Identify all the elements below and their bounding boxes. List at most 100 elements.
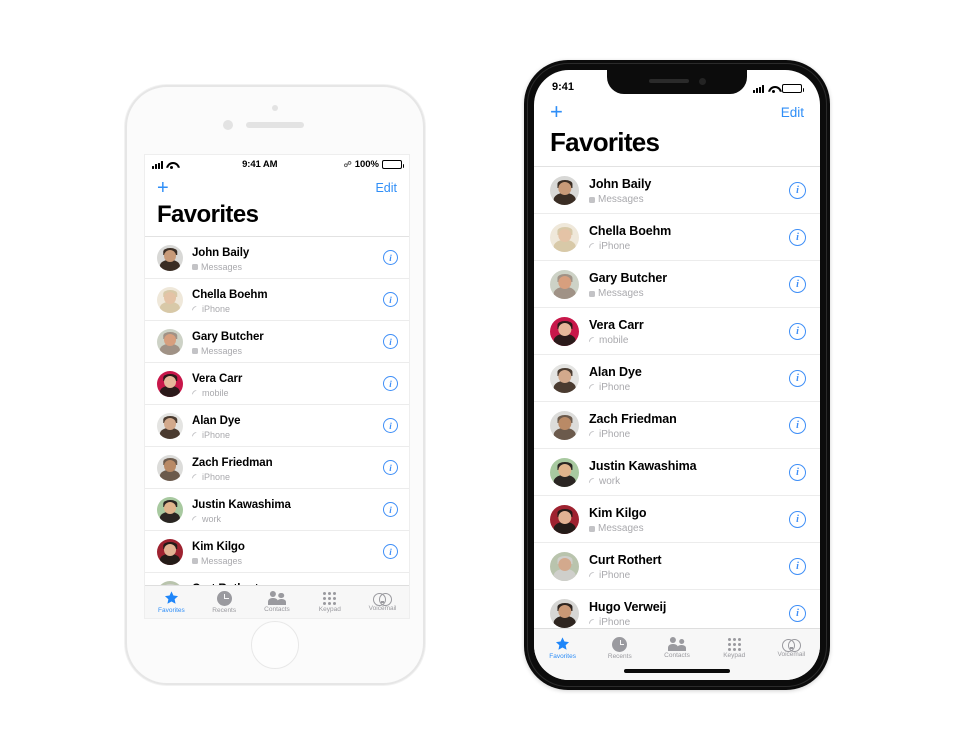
info-button[interactable]: i: [383, 460, 398, 475]
info-button[interactable]: i: [383, 502, 398, 517]
people-icon: [267, 591, 286, 605]
table-row[interactable]: Justin Kawashima work i: [534, 448, 820, 495]
page-title: Favorites: [550, 127, 660, 157]
contact-label-text: work: [599, 476, 621, 487]
contact-label: Messages: [192, 262, 383, 272]
table-row[interactable]: Chella Boehm iPhone i: [145, 278, 409, 320]
contact-label: iPhone: [589, 382, 789, 393]
contact-meta: Kim Kilgo Messages: [589, 504, 789, 534]
messages-icon: [192, 348, 198, 354]
phone-handset-icon: [589, 478, 596, 485]
contact-name: Justin Kawashima: [192, 499, 291, 511]
earpiece-speaker-icon: [648, 79, 689, 83]
info-button[interactable]: i: [789, 322, 806, 340]
bluetooth-icon: ☍: [343, 160, 352, 169]
table-row[interactable]: Kim Kilgo Messages i: [145, 530, 409, 572]
contact-meta: Zach Friedman iPhone: [589, 410, 789, 440]
tab-recents[interactable]: Recents: [591, 636, 648, 660]
tab-contacts[interactable]: Contacts: [251, 591, 304, 613]
avatar: [550, 410, 579, 440]
info-button[interactable]: i: [789, 416, 806, 434]
info-button[interactable]: i: [383, 376, 398, 391]
table-row[interactable]: John Baily Messages i: [534, 166, 820, 213]
contact-name: Kim Kilgo: [589, 506, 647, 520]
tab-voicemail[interactable]: Voicemail: [356, 592, 409, 612]
avatar: [157, 538, 183, 565]
messages-icon: [589, 196, 595, 203]
contact-meta: Alan Dye iPhone: [589, 363, 789, 393]
home-button[interactable]: [251, 621, 299, 669]
table-row[interactable]: Alan Dye iPhone i: [145, 404, 409, 446]
phone-handset-icon: [192, 432, 199, 439]
phone-handset-icon: [192, 390, 199, 397]
info-button[interactable]: i: [383, 250, 398, 265]
tab-contacts[interactable]: Contacts: [648, 637, 705, 659]
contact-label-text: iPhone: [599, 429, 631, 440]
add-favorite-button[interactable]: +: [157, 178, 169, 198]
add-favorite-button[interactable]: +: [550, 101, 563, 123]
table-row[interactable]: Alan Dye iPhone i: [534, 354, 820, 401]
contact-name: Hugo Verweij: [589, 600, 667, 614]
messages-icon: [192, 558, 198, 564]
contact-name: Chella Boehm: [192, 289, 268, 301]
table-row[interactable]: Gary Butcher Messages i: [534, 260, 820, 307]
info-button[interactable]: i: [789, 557, 806, 575]
phone-handset-icon: [192, 474, 199, 481]
info-button[interactable]: i: [383, 334, 398, 349]
contact-meta: Justin Kawashima work: [589, 457, 789, 487]
home-indicator[interactable]: [624, 668, 730, 673]
favorites-list-iphone8[interactable]: John Baily Messages i Chella Boehm iPhone i Ga…: [145, 236, 409, 618]
tab-bar-items[interactable]: Favorites Recents Contacts Keypad Voicemail: [534, 629, 820, 667]
contact-name: Alan Dye: [589, 365, 642, 379]
contact-name: John Baily: [192, 247, 250, 259]
tab-recents[interactable]: Recents: [198, 590, 251, 614]
avatar: [550, 598, 579, 628]
tab-bar-iphonex[interactable]: Favorites Recents Contacts Keypad Voicemail: [534, 628, 820, 680]
contact-label-text: Messages: [598, 523, 644, 534]
table-row[interactable]: John Baily Messages i: [145, 236, 409, 278]
avatar: [550, 316, 579, 346]
info-button[interactable]: i: [383, 418, 398, 433]
table-row[interactable]: Zach Friedman iPhone i: [145, 446, 409, 488]
contact-meta: Vera Carr mobile: [589, 316, 789, 346]
contact-meta: Vera Carr mobile: [192, 369, 383, 398]
cellular-bars-icon: [753, 85, 764, 93]
edit-button[interactable]: Edit: [375, 181, 397, 195]
table-row[interactable]: Kim Kilgo Messages i: [534, 495, 820, 542]
table-row[interactable]: Chella Boehm iPhone i: [534, 213, 820, 260]
avatar: [157, 286, 183, 313]
battery-percent-label: 100%: [354, 159, 379, 170]
table-row[interactable]: Justin Kawashima work i: [145, 488, 409, 530]
info-button[interactable]: i: [789, 181, 806, 199]
info-button[interactable]: i: [789, 369, 806, 387]
contact-label: work: [589, 476, 789, 487]
info-button[interactable]: i: [789, 463, 806, 481]
info-button[interactable]: i: [383, 544, 398, 559]
info-button[interactable]: i: [789, 510, 806, 528]
favorites-list-iphonex[interactable]: John Baily Messages i Chella Boehm iPhone i Ga…: [534, 166, 820, 636]
table-row[interactable]: Vera Carr mobile i: [145, 362, 409, 404]
keypad-icon: [727, 637, 741, 651]
table-row[interactable]: Curt Rothert iPhone i: [534, 542, 820, 589]
phone-handset-icon: [589, 384, 596, 391]
tab-keypad[interactable]: Keypad: [706, 637, 763, 659]
tab-favorites[interactable]: Favorites: [145, 590, 198, 614]
tab-voicemail[interactable]: Voicemail: [763, 638, 820, 658]
edit-button[interactable]: Edit: [781, 105, 804, 120]
contact-label-text: Messages: [598, 288, 644, 299]
table-row[interactable]: Vera Carr mobile i: [534, 307, 820, 354]
tab-label: Favorites: [158, 607, 185, 614]
info-button[interactable]: i: [383, 292, 398, 307]
info-button[interactable]: i: [789, 275, 806, 293]
info-button[interactable]: i: [789, 228, 806, 246]
tab-bar-iphone8[interactable]: Favorites Recents Contacts Keypad Voicemail: [145, 585, 409, 618]
contact-meta: John Baily Messages: [192, 243, 383, 272]
tab-keypad[interactable]: Keypad: [303, 591, 356, 613]
table-row[interactable]: Zach Friedman iPhone i: [534, 401, 820, 448]
table-row[interactable]: Gary Butcher Messages i: [145, 320, 409, 362]
info-button[interactable]: i: [789, 604, 806, 622]
contact-meta: John Baily Messages: [589, 175, 789, 205]
battery-icon: [382, 160, 404, 169]
tab-favorites[interactable]: Favorites: [534, 636, 591, 660]
avatar: [550, 457, 579, 487]
